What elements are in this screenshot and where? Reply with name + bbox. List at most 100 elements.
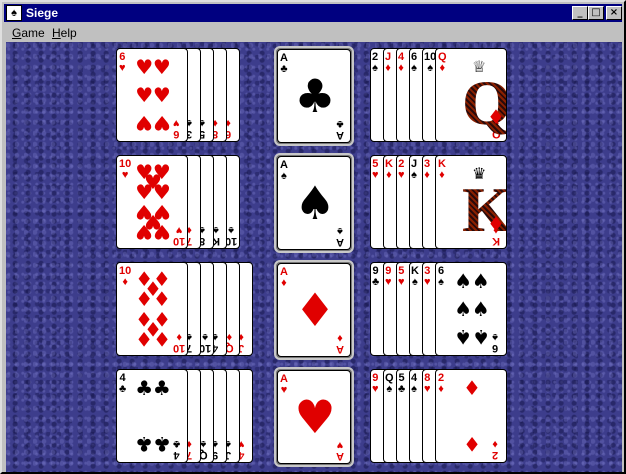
card-corner-bottom: 10 ♥ — [173, 224, 186, 247]
menu-help-hotkey: H — [52, 26, 61, 40]
menu-game-rest: ame — [21, 26, 45, 40]
card-suit-icon: ♣ — [119, 383, 127, 395]
game-table: 6♦8♦5♠3♠6♥6♥♥♥♥♥♥♥A♣A♣♣2♠J♦4♦6♠10♠Q♦Q♦Q♕… — [6, 42, 622, 472]
card-corner-top: 4 ♦ — [398, 52, 404, 74]
card-rank: A — [336, 343, 344, 355]
card-corner-top: 4 ♣ — [119, 373, 126, 395]
card-corner-top: A ♠ — [280, 160, 288, 182]
foundation-ace-card[interactable]: A ♦ A ♦ ♦ — [277, 263, 351, 357]
left-pile-top-card[interactable]: 10 ♥ 10 ♥ ♥ ♥ ♥ ♥ ♥ ♥ ♥ ♥ ♥ ♥ — [116, 155, 188, 249]
card-corner-bottom: A ♣ — [336, 118, 344, 141]
card-suit-icon: ♥ — [175, 224, 183, 236]
suit-pip-icon: ♣ — [152, 376, 171, 400]
suit-pip-icon: ♥ — [152, 55, 171, 79]
suit-pip-icon: ♠ — [471, 297, 490, 321]
suit-pip-icon: ♥ — [152, 111, 171, 135]
card-corner-top: 4 ♠ — [411, 373, 417, 395]
right-pile-top-card[interactable]: 6 ♠ 6 ♠ ♠ ♠ ♠ ♠ ♠ ♠ — [435, 262, 507, 356]
card-corner-bottom: A ♦ — [336, 332, 344, 355]
card-suit-icon: ♦ — [439, 169, 445, 181]
menu-game[interactable]: Game — [12, 26, 45, 40]
close-button[interactable]: × — [606, 6, 622, 20]
card-corner-top: K ♠ — [411, 266, 419, 288]
card-suit-icon: ♠ — [372, 62, 378, 74]
right-pile-top-card[interactable]: 2 ♦ 2 ♦ ♦ ♦ — [435, 369, 507, 463]
ace-suit-icon: ♦ — [294, 283, 336, 337]
menu-help-rest: elp — [60, 26, 77, 40]
card-corner-bottom: 4 ♣ — [173, 438, 181, 461]
card-suit-icon: ♦ — [385, 62, 391, 74]
card-rank: 10 — [173, 235, 186, 247]
card-corner-top: A ♥ — [280, 374, 288, 396]
card-corner-top: K ♦ — [438, 159, 446, 181]
siege-app-icon[interactable]: ♠ — [6, 5, 22, 21]
face-suit-icon: ♦ — [487, 105, 505, 129]
card-suit-icon: ♦ — [281, 277, 287, 289]
card-suit-icon: ♠ — [492, 331, 498, 343]
card-suit-icon: ♦ — [492, 438, 498, 450]
card-corner-top: J ♦ — [385, 52, 391, 74]
right-pile-top-card[interactable]: Q♦Q♦Q♕♦ — [435, 48, 507, 142]
suit-pip-icon: ♠ — [471, 269, 490, 293]
card-suit-icon: ♠ — [386, 383, 393, 395]
title-bar[interactable]: ♠ Siege _ □ × — [4, 4, 622, 22]
maximize-button[interactable]: □ — [588, 6, 604, 20]
card-corner-top: Q ♠ — [385, 373, 394, 395]
foundation-ace-card[interactable]: A ♥ A ♥ ♥ — [277, 370, 351, 464]
card-corner-top: 6 ♠ — [411, 52, 417, 74]
suit-pip-icon: ♦ — [463, 376, 481, 400]
card-suit-icon: ♠ — [281, 170, 287, 182]
card-suit-icon: ♥ — [398, 276, 405, 288]
card-suit-icon: ♠ — [438, 276, 444, 288]
card-suit-icon: ♦ — [398, 62, 404, 74]
card-suit-icon: ♥ — [336, 439, 344, 451]
card-suit-icon: ♣ — [280, 63, 288, 75]
left-pile-top-card[interactable]: 4 ♣ 4 ♣ ♣ ♣ ♣ ♣ — [116, 369, 188, 463]
card-rank: 10 — [173, 342, 186, 354]
card-suit-icon: ♦ — [122, 276, 128, 288]
suit-pip-icon: ♦ — [152, 327, 171, 352]
card-corner-top: A ♣ — [280, 53, 288, 75]
card-suit-icon: ♦ — [439, 62, 446, 74]
card-corner-top: K ♦ — [385, 159, 393, 181]
card-suit-icon: ♥ — [398, 169, 405, 181]
crown-icon: ♕ — [472, 59, 487, 76]
card-corner-top: 5 ♣ — [398, 373, 405, 395]
card-corner-bottom: 10 ♦ — [173, 331, 186, 354]
card-corner-bottom: A ♠ — [336, 225, 344, 248]
card-corner-bottom: 6 ♠ — [492, 331, 498, 354]
card-rank: A — [336, 129, 344, 141]
face-suit-icon: ♦ — [487, 212, 505, 236]
card-rank: 2 — [492, 449, 499, 461]
card-suit-icon: ♥ — [424, 276, 431, 288]
siege-window: ♠ Siege _ □ × Game Help 6 ♦ 8 ♦ 5 ♠ 3 ♠ 6 ♥ 6 ♥ ♥ ♥ ♥ ♥… — [0, 0, 626, 474]
left-pile-top-card[interactable]: 10 ♦ 10 ♦ ♦ ♦ ♦ ♦ ♦ ♦ ♦ ♦ ♦ ♦ — [116, 262, 188, 356]
card-corner-top: 6 ♠ — [438, 266, 444, 288]
ace-suit-icon: ♠ — [294, 176, 336, 230]
card-rank: A — [336, 236, 344, 248]
left-pile-top-card[interactable]: 6 ♥ 6 ♥ ♥ ♥ ♥ ♥ ♥ ♥ — [116, 48, 188, 142]
card-suit-icon: ♣ — [336, 118, 344, 130]
suit-pip-icon: ♦ — [463, 432, 481, 456]
menu-help[interactable]: Help — [52, 26, 77, 40]
foundation-ace-card[interactable]: A ♣ A ♣ ♣ — [277, 49, 351, 143]
suit-pip-icon: ♥ — [152, 220, 171, 245]
card-rank: A — [336, 450, 344, 462]
card-corner-top: J ♠ — [411, 159, 417, 181]
suit-pip-icon: ♠ — [471, 325, 490, 349]
card-corner-top: 3 ♥ — [424, 266, 431, 288]
minimize-button[interactable]: _ — [572, 6, 588, 20]
crown-icon: ♛ — [472, 166, 487, 183]
ace-suit-icon: ♣ — [294, 69, 336, 123]
right-pile-top-card[interactable]: K♦K♦K♛♦ — [435, 155, 507, 249]
card-suit-icon: ♣ — [398, 383, 406, 395]
foundation-ace-card[interactable]: A ♠ A ♠ ♠ — [277, 156, 351, 250]
card-suit-icon: ♣ — [372, 276, 380, 288]
suit-pip-icon: ♥ — [152, 83, 171, 107]
card-suit-icon: ♥ — [119, 62, 126, 74]
card-corner-bottom: 2 ♦ — [492, 438, 499, 461]
suit-pip-icon: ♣ — [152, 432, 171, 456]
menu-bar: Game Help — [4, 23, 622, 42]
card-suit-icon: ♣ — [173, 438, 181, 450]
card-corner-top: 9 ♥ — [385, 266, 392, 288]
